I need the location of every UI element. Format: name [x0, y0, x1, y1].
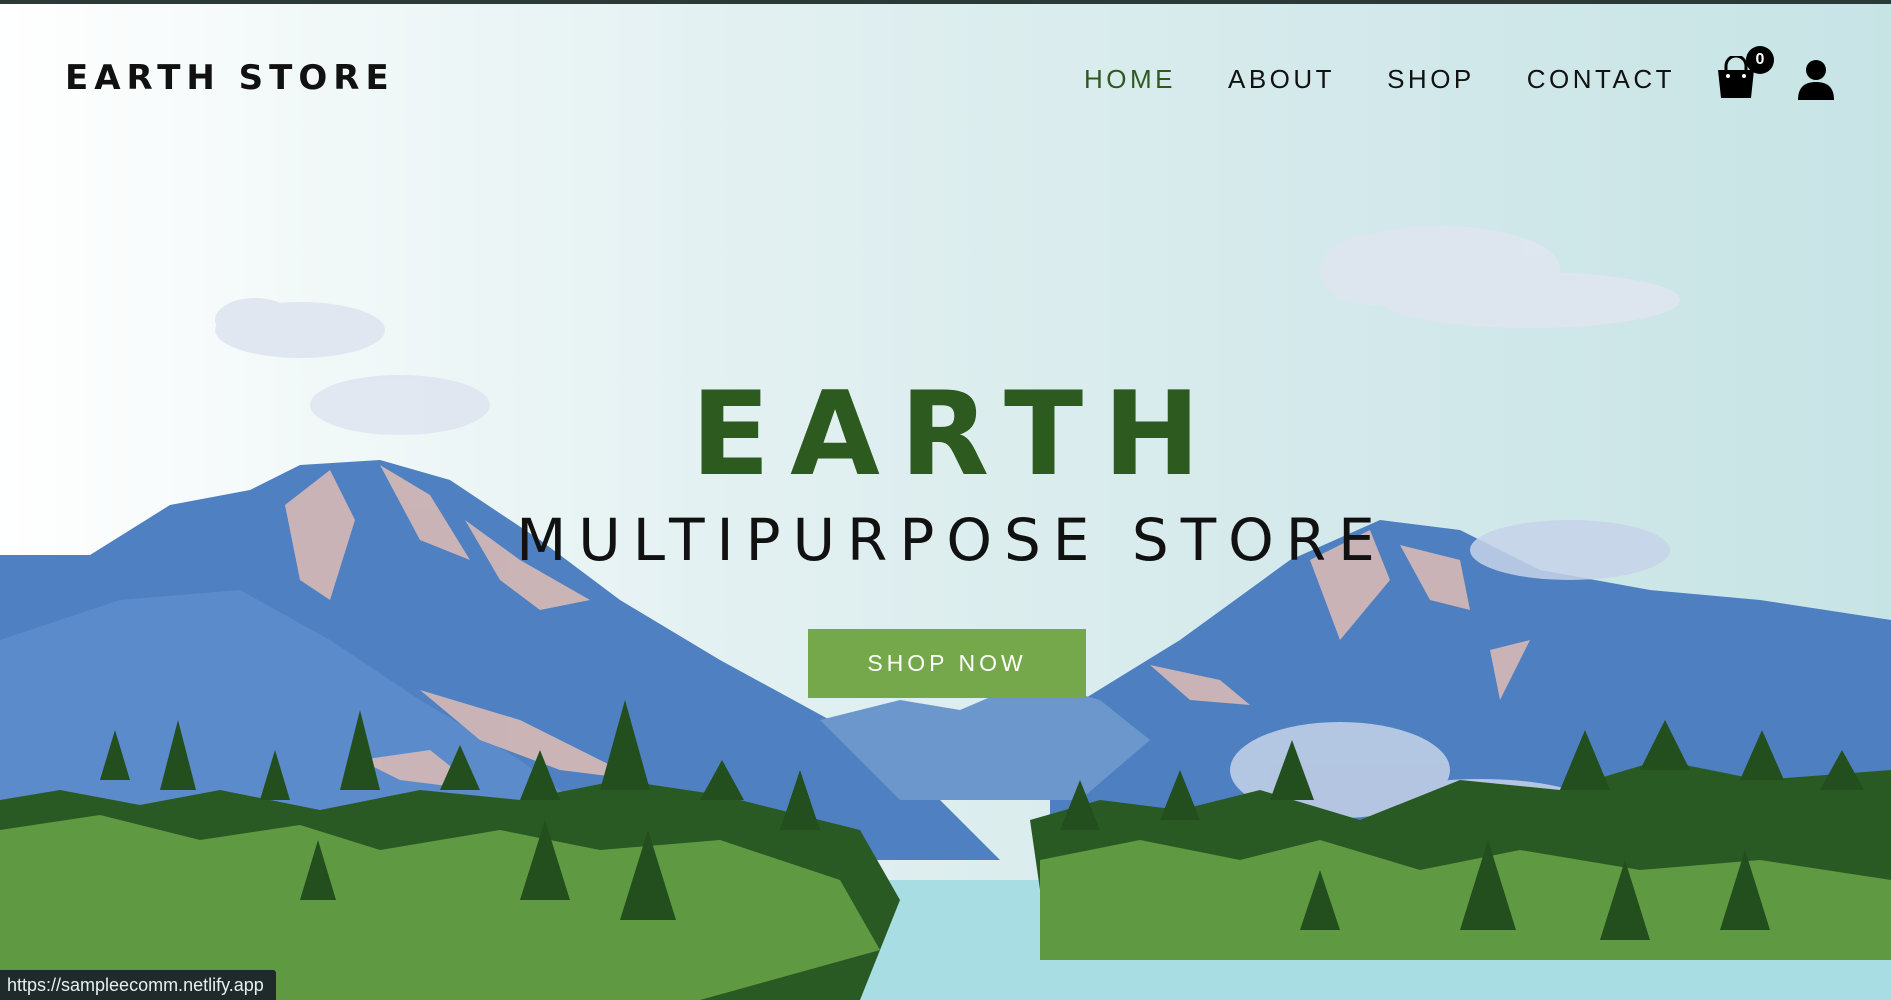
account-button[interactable] [1796, 58, 1836, 102]
nav-link-about[interactable]: ABOUT [1228, 64, 1335, 95]
hero-title: EARTH [690, 367, 1221, 502]
top-border [0, 0, 1891, 4]
landing-page: EARTH STORE HOME ABOUT SHOP CONTACT 0 EA… [0, 0, 1891, 1000]
hero-subtitle: MULTIPURPOSE STORE [516, 506, 1387, 574]
hero-section: EARTH MULTIPURPOSE STORE [0, 370, 1891, 580]
nav-link-contact[interactable]: CONTACT [1527, 64, 1675, 95]
site-header: EARTH STORE HOME ABOUT SHOP CONTACT 0 [0, 4, 1891, 154]
nav-link-home[interactable]: HOME [1084, 64, 1176, 95]
main-nav: HOME ABOUT SHOP CONTACT [1084, 64, 1727, 95]
user-icon [1798, 60, 1834, 100]
nav-link-shop[interactable]: SHOP [1387, 64, 1475, 95]
brand-logo[interactable]: EARTH STORE [65, 58, 395, 98]
status-bar-url: https://sampleecomm.netlify.app [0, 970, 276, 1000]
shop-now-button[interactable]: SHOP NOW [808, 629, 1086, 698]
cart-count-badge: 0 [1746, 46, 1774, 74]
